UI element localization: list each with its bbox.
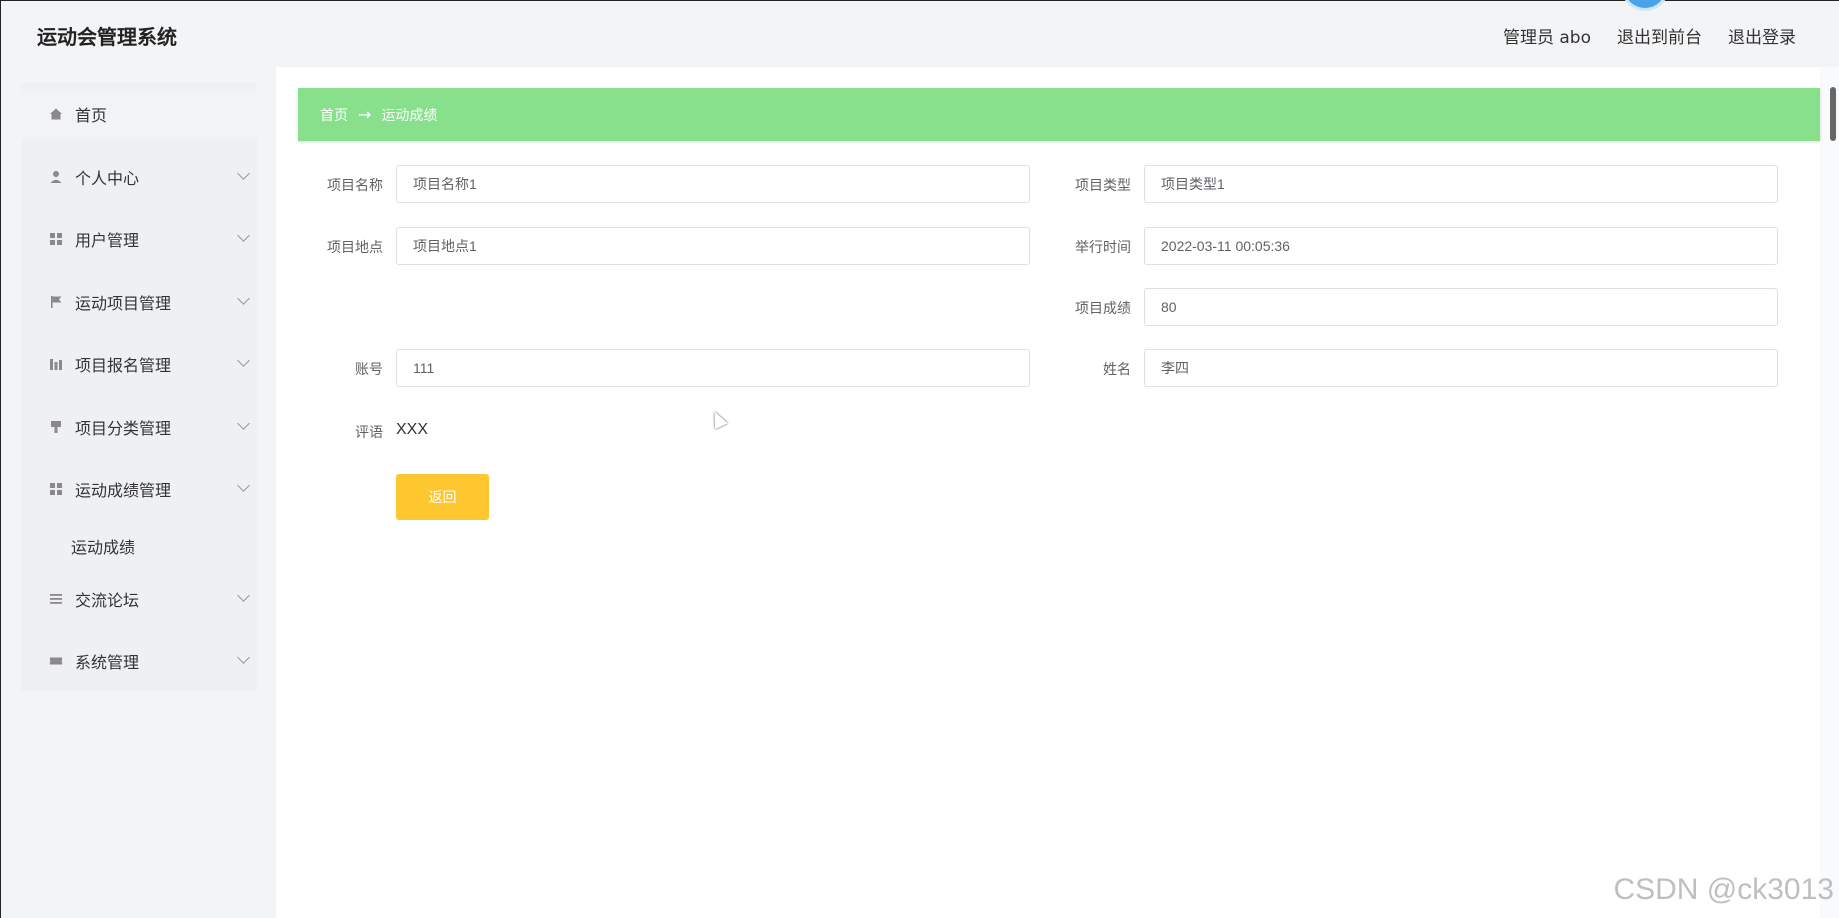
sidebar-item-label: 交流论坛 (75, 591, 140, 610)
grid-icon (49, 232, 63, 246)
chevron-down-icon (237, 651, 250, 664)
list-icon (49, 592, 63, 606)
project-type-label: 项目类型 (1075, 178, 1131, 194)
chevron-down-icon (237, 354, 250, 367)
chart-icon (49, 357, 63, 371)
sidebar-item-label: 首页 (75, 106, 108, 125)
sidebar-item-category-management[interactable]: 项目分类管理 (21, 402, 257, 452)
sidebar-item-label: 用户管理 (75, 231, 140, 250)
hold-time-input[interactable]: 2022-03-11 00:05:36 (1144, 227, 1778, 265)
ticket-icon (49, 654, 63, 668)
avatar[interactable] (1621, 0, 1669, 11)
sidebar-subitem-label: 运动成绩 (71, 538, 136, 557)
sidebar-item-label: 项目分类管理 (75, 419, 172, 438)
breadcrumb: 首页 → 运动成绩 (298, 88, 1820, 141)
watermark: CSDN @ck3013 (1613, 873, 1834, 906)
app-title: 运动会管理系统 (37, 25, 177, 49)
name-input[interactable]: 李四 (1144, 349, 1778, 387)
header-actions: 管理员 abo 退出到前台 退出登录 (1503, 23, 1796, 48)
home-icon (49, 107, 63, 121)
project-name-input[interactable]: 项目名称1 (396, 165, 1030, 203)
chevron-down-icon (237, 417, 250, 430)
brush-icon (49, 420, 63, 434)
top-header: 运动会管理系统 管理员 abo 退出到前台 退出登录 (1, 0, 1839, 67)
sidebar-subitem-sport-score[interactable]: 运动成绩 (21, 524, 257, 564)
chevron-down-icon (237, 229, 250, 242)
chevron-down-icon (237, 292, 250, 305)
sidebar-item-forum[interactable]: 交流论坛 (21, 574, 257, 624)
admin-user-label: 管理员 abo (1502, 28, 1591, 48)
chevron-down-icon (237, 479, 250, 492)
sidebar-item-home[interactable]: 首页 (21, 89, 257, 139)
sidebar-item-score-management[interactable]: 运动成绩管理 (21, 464, 257, 514)
sidebar-item-label: 运动成绩管理 (75, 481, 172, 500)
score-input[interactable]: 80 (1144, 288, 1778, 326)
sidebar-item-label: 项目报名管理 (75, 356, 172, 375)
project-type-input[interactable]: 项目类型1 (1144, 165, 1778, 203)
project-place-input[interactable]: 项目地点1 (396, 227, 1030, 265)
sidebar-item-label: 运动项目管理 (75, 294, 172, 313)
name-label: 姓名 (1103, 362, 1131, 378)
sidebar-item-registration-management[interactable]: 项目报名管理 (21, 339, 257, 389)
exit-to-front-link[interactable]: 退出到前台 (1617, 23, 1702, 48)
logout-link[interactable]: 退出登录 (1728, 23, 1796, 48)
sidebar-item-user-management[interactable]: 用户管理 (21, 214, 257, 264)
user-icon (49, 170, 63, 184)
breadcrumb-arrow-icon: → (358, 105, 372, 124)
hold-time-label: 举行时间 (1075, 240, 1131, 256)
grid-icon (49, 482, 63, 496)
breadcrumb-current: 运动成绩 (381, 107, 438, 124)
sidebar-item-label: 系统管理 (75, 653, 140, 672)
breadcrumb-home[interactable]: 首页 (320, 105, 348, 125)
flag-icon (49, 295, 63, 309)
account-label: 账号 (355, 362, 383, 378)
sidebar-item-personal-center[interactable]: 个人中心 (21, 152, 257, 202)
remark-label: 评语 (355, 425, 383, 441)
sidebar-item-sport-project-management[interactable]: 运动项目管理 (21, 277, 257, 327)
account-input[interactable]: 111 (396, 349, 1030, 387)
scrollbar[interactable] (1830, 87, 1836, 141)
sidebar-item-label: 个人中心 (75, 169, 140, 188)
remark-value: XXX (396, 421, 429, 438)
sidebar-item-system-management[interactable]: 系统管理 (21, 636, 257, 686)
score-label: 项目成绩 (1075, 301, 1131, 317)
chevron-down-icon (237, 167, 250, 180)
back-button[interactable]: 返回 (396, 474, 489, 520)
project-place-label: 项目地点 (327, 240, 383, 256)
chevron-down-icon (237, 589, 250, 602)
project-name-label: 项目名称 (327, 178, 383, 194)
